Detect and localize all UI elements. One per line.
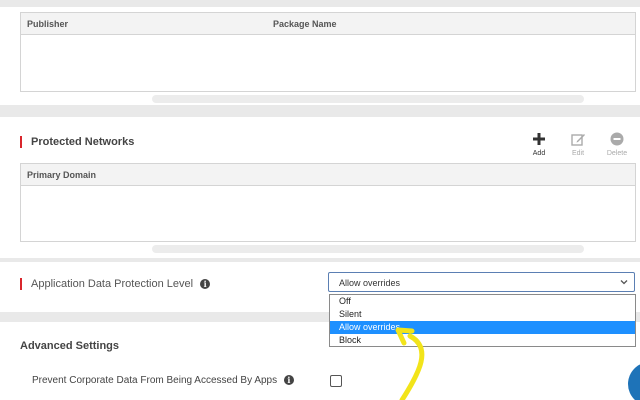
edit-button[interactable]: Edit	[563, 131, 593, 157]
edit-icon	[571, 134, 585, 146]
protection-level-row: Application Data Protection Level i	[20, 278, 211, 290]
protected-networks-title: Protected Networks	[20, 136, 134, 148]
option-allow-overrides[interactable]: Allow overrides	[330, 321, 635, 334]
column-header-package-name[interactable]: Package Name	[273, 19, 337, 29]
column-header-publisher[interactable]: Publisher	[27, 19, 68, 29]
primary-domain-table-header: Primary Domain	[21, 164, 635, 186]
apps-table: Publisher Package Name	[20, 12, 636, 92]
protection-level-selected-value: Allow overrides	[339, 278, 401, 288]
prevent-access-checkbox[interactable]	[330, 375, 342, 387]
edit-label: Edit	[571, 150, 585, 157]
protected-networks-panel: Protected Networks Add Edit Delete Prima…	[0, 117, 640, 258]
delete-label: Delete	[606, 150, 628, 157]
apps-panel: Publisher Package Name	[0, 7, 640, 105]
protection-level-options-list: Off Silent Allow overrides Block	[329, 294, 636, 347]
option-block[interactable]: Block	[330, 334, 635, 347]
minus-circle-icon	[610, 132, 624, 146]
apps-table-scrollbar[interactable]	[152, 95, 584, 103]
primary-domain-table-scrollbar[interactable]	[152, 245, 584, 253]
add-button[interactable]: Add	[524, 131, 554, 157]
info-icon[interactable]: i	[283, 375, 294, 386]
add-label: Add	[532, 150, 546, 157]
column-header-primary-domain[interactable]: Primary Domain	[27, 170, 96, 180]
option-silent[interactable]: Silent	[330, 308, 635, 321]
chevron-down-icon	[620, 280, 628, 285]
apps-table-header: Publisher Package Name	[21, 13, 635, 35]
prevent-access-label: Prevent Corporate Data From Being Access…	[32, 375, 278, 386]
plus-icon	[533, 133, 545, 145]
advanced-settings-title: Advanced Settings	[20, 340, 120, 352]
option-off[interactable]: Off	[330, 295, 635, 308]
info-icon[interactable]: i	[200, 279, 211, 290]
primary-domain-table: Primary Domain	[20, 163, 636, 242]
protection-level-select[interactable]: Allow overrides	[328, 272, 635, 292]
prevent-access-row: Prevent Corporate Data From Being Access…	[32, 375, 294, 386]
protection-level-label: Application Data Protection Level	[31, 278, 194, 290]
delete-button[interactable]: Delete	[602, 131, 632, 157]
